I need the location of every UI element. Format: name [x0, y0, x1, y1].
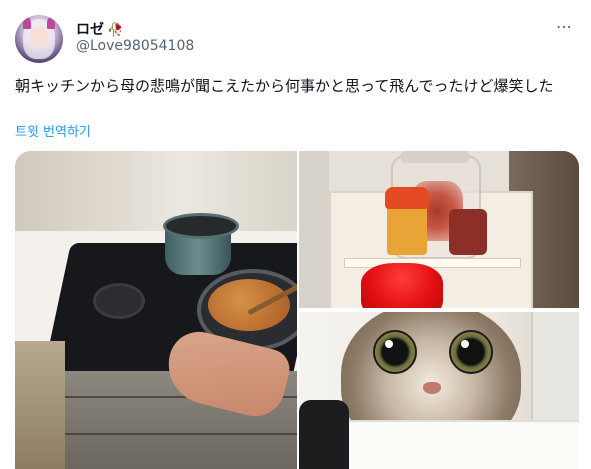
cat-nose: [423, 382, 441, 394]
rose-emoji: 🥀: [107, 23, 124, 38]
media-grid: [15, 151, 579, 469]
photo-cat[interactable]: [299, 312, 579, 469]
eye-shine: [385, 340, 393, 348]
drawer-divider: [344, 258, 521, 268]
sauce-bottle: [449, 209, 487, 255]
cat-eye-left: [373, 330, 417, 374]
jar-lid: [401, 151, 469, 163]
eye-shine: [461, 340, 469, 348]
avatar-face: [30, 26, 48, 48]
more-icon[interactable]: ⋯: [556, 17, 573, 36]
pot-rim: [163, 213, 239, 239]
avatar[interactable]: [15, 15, 63, 63]
user-handle[interactable]: @Love98054108: [76, 38, 194, 54]
spice-bottle-cap: [385, 187, 429, 209]
fried-rice: [208, 279, 290, 331]
black-object: [299, 400, 349, 469]
translate-tweet-link[interactable]: 트윗 번역하기: [15, 121, 91, 140]
cat-eye-right: [449, 330, 493, 374]
red-cap: [361, 263, 443, 308]
avatar-ear-left: [23, 17, 31, 29]
avatar-ear-right: [47, 17, 55, 29]
display-name-text: ロゼ: [76, 22, 104, 38]
display-name[interactable]: ロゼ 🥀: [76, 19, 123, 39]
photo-kitchen[interactable]: [15, 151, 297, 469]
tweet-text: 朝キッチンから母の悲鳴が聞こえたから何事かと思って飛んでったけど爆笑した: [15, 77, 554, 95]
burner: [93, 283, 145, 319]
open-drawer-left: [15, 341, 65, 469]
photo-drawer[interactable]: [299, 151, 579, 308]
drawer-wall-left: [299, 151, 329, 308]
